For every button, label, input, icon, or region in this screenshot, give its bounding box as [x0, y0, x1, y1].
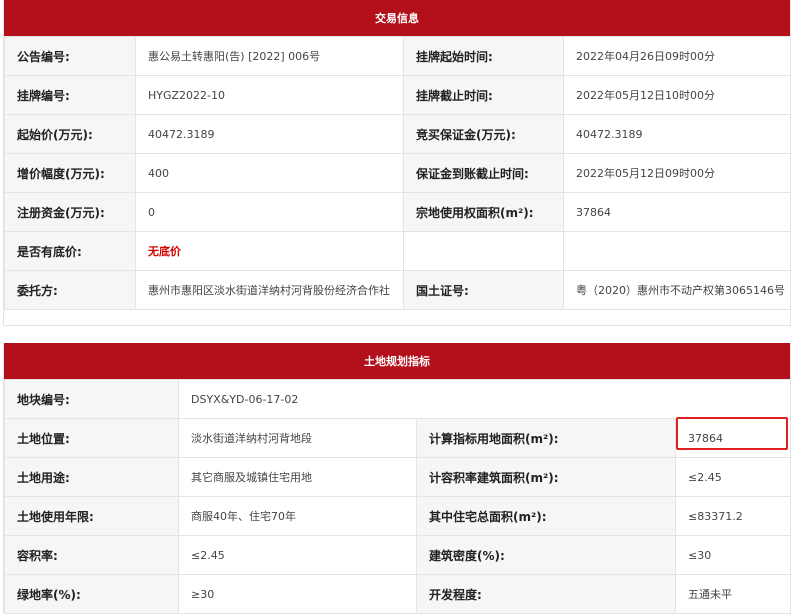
parcel-number-label: 地块编号: [4, 379, 179, 419]
field-label: 挂牌截止时间: [403, 75, 564, 115]
transaction-info-title: 交易信息 [375, 12, 419, 25]
table-row: 容积率: ≤2.45 建筑密度(%): ≤30 [4, 535, 791, 575]
field-label: 是否有底价: [4, 231, 136, 271]
field-label: 计容积率建筑面积(m²): [416, 457, 676, 497]
field-label: 土地位置: [4, 418, 179, 458]
table-row: 土地使用年限: 商服40年、住宅70年 其中住宅总面积(m²): ≤83371.2 [4, 496, 791, 536]
field-value: 商服40年、住宅70年 [178, 496, 417, 536]
field-value: 惠公易土转惠阳(告) [2022] 006号 [135, 36, 404, 76]
field-value: 2022年04月26日09时00分 [563, 36, 791, 76]
field-label: 保证金到账截止时间: [403, 153, 564, 193]
transaction-info-table: 公告编号: 惠公易土转惠阳(告) [2022] 006号 挂牌起始时间: 2022年0… [4, 36, 791, 310]
field-value: 40472.3189 [135, 114, 404, 154]
land-planning-title: 土地规划指标 [364, 355, 430, 368]
transaction-info-header: 交易信息 [4, 0, 790, 36]
field-value: 五通未平 [675, 574, 791, 614]
field-value: ≥30 [178, 574, 417, 614]
field-label: 建筑密度(%): [416, 535, 676, 575]
field-value: 0 [135, 192, 404, 232]
transaction-info-panel: 交易信息 公告编号: 惠公易土转惠阳(告) [2022] 006号 挂牌起始时间: 2… [3, 0, 791, 326]
table-row: 绿地率(%): ≥30 开发程度: 五通未平 [4, 574, 791, 614]
field-label: 起始价(万元): [4, 114, 136, 154]
field-label: 绿地率(%): [4, 574, 179, 614]
field-label: 挂牌起始时间: [403, 36, 564, 76]
table-row: 注册资金(万元): 0 宗地使用权面积(m²): 37864 [4, 192, 791, 232]
parcel-number-value: DSYX&YD-06-17-02 [178, 379, 791, 419]
field-value: ≤2.45 [675, 457, 791, 497]
field-value: 无底价 [135, 231, 404, 271]
field-value: 2022年05月12日10时00分 [563, 75, 791, 115]
field-label: 土地用途: [4, 457, 179, 497]
field-label: 其中住宅总面积(m²): [416, 496, 676, 536]
field-value: ≤2.45 [178, 535, 417, 575]
land-planning-table: 地块编号: DSYX&YD-06-17-02 土地位置: 淡水街道洋纳村河背地段计… [4, 379, 791, 614]
table-row: 增价幅度(万元): 400 保证金到账截止时间: 2022年05月12日09时00分 [4, 153, 791, 193]
land-planning-panel: 土地规划指标 地块编号: DSYX&YD-06-17-02 土地位置: 淡水街道洋… [3, 343, 791, 614]
field-value: ≤30 [675, 535, 791, 575]
table-row: 起始价(万元): 40472.3189 竞买保证金(万元): 40472.3189 [4, 114, 791, 154]
field-value: HYGZ2022-10 [135, 75, 404, 115]
table-row: 地块编号: DSYX&YD-06-17-02 [4, 379, 791, 419]
field-label: 开发程度: [416, 574, 676, 614]
field-label: 土地使用年限: [4, 496, 179, 536]
table-row: 委托方: 惠州市惠阳区淡水街道洋纳村河背股份经济合作社 国土证号: 粤（2020）惠州… [4, 270, 791, 310]
field-value: 惠州市惠阳区淡水街道洋纳村河背股份经济合作社 [135, 270, 404, 310]
land-planning-header: 土地规划指标 [4, 343, 790, 379]
table-row: 是否有底价: 无底价 [4, 231, 791, 271]
field-label: 公告编号: [4, 36, 136, 76]
field-value: 40472.3189 [563, 114, 791, 154]
field-value: ≤83371.2 [675, 496, 791, 536]
field-value: 400 [135, 153, 404, 193]
field-label: 计算指标用地面积(m²): [416, 418, 676, 458]
table-row: 土地位置: 淡水街道洋纳村河背地段 计算指标用地面积(m²): 37864 [4, 418, 791, 458]
field-value: 其它商服及城镇住宅用地 [178, 457, 417, 497]
field-value: 37864 [563, 192, 791, 232]
highlight-box [676, 417, 788, 450]
field-label: 委托方: [4, 270, 136, 310]
field-value: 淡水街道洋纳村河背地段 [178, 418, 417, 458]
table-row: 土地用途: 其它商服及城镇住宅用地 计容积率建筑面积(m²): ≤2.45 [4, 457, 791, 497]
field-label: 挂牌编号: [4, 75, 136, 115]
field-label: 增价幅度(万元): [4, 153, 136, 193]
field-label: 国土证号: [403, 270, 564, 310]
field-value [563, 231, 791, 271]
field-value: 粤（2020）惠州市不动产权第3065146号 [563, 270, 791, 310]
table-row: 公告编号: 惠公易土转惠阳(告) [2022] 006号 挂牌起始时间: 2022年0… [4, 36, 791, 76]
field-label: 宗地使用权面积(m²): [403, 192, 564, 232]
field-label [403, 231, 564, 271]
field-value: 2022年05月12日09时00分 [563, 153, 791, 193]
field-label: 竞买保证金(万元): [403, 114, 564, 154]
field-label: 注册资金(万元): [4, 192, 136, 232]
field-label: 容积率: [4, 535, 179, 575]
table-row: 挂牌编号: HYGZ2022-10 挂牌截止时间: 2022年05月12日10时00分 [4, 75, 791, 115]
